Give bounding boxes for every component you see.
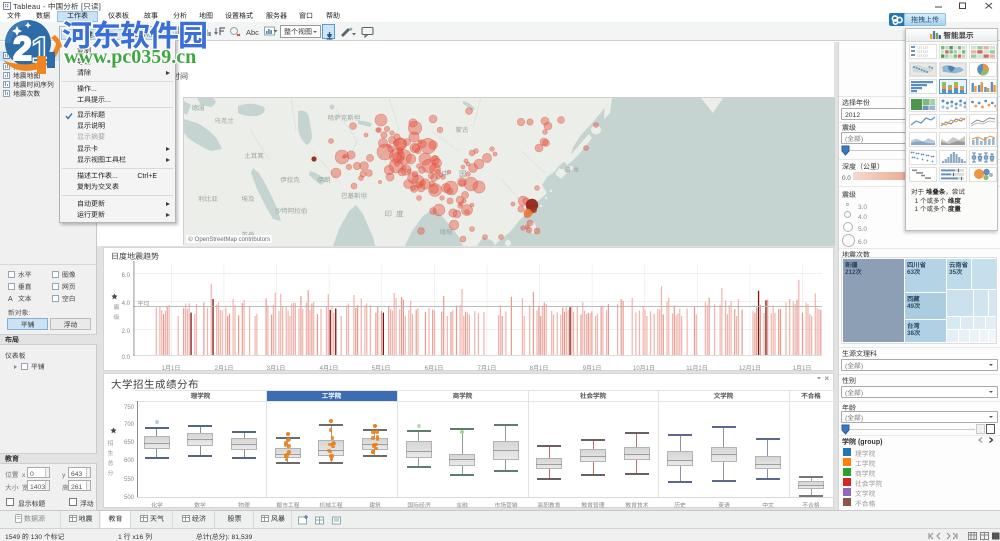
svg-text:123 123: 123 123 (917, 53, 928, 57)
